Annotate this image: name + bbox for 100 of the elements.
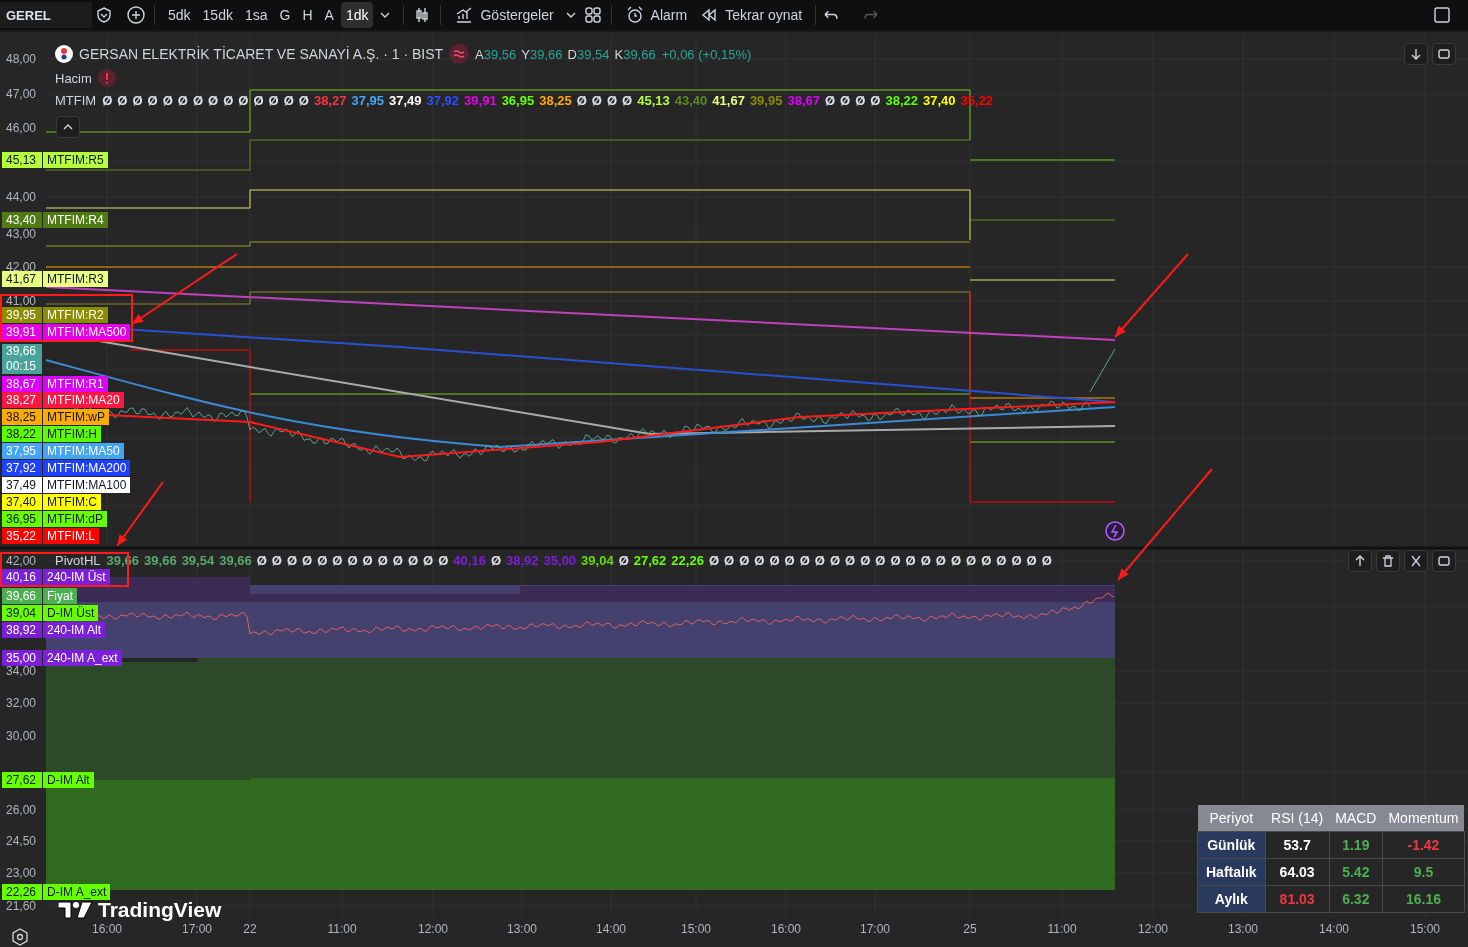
indicator-value: 39,66: [144, 553, 177, 568]
price-label: 39,66: [2, 588, 42, 604]
axis-tick: 30,00: [6, 729, 37, 743]
brand-name: TradingView: [98, 898, 222, 922]
symbol-title: GERSAN ELEKTRİK TİCARET VE SANAYİ A.Ş. · 1 · BIST: [79, 46, 444, 62]
indicator-value: 38,25: [539, 93, 572, 108]
time-label: 17:00: [860, 922, 890, 936]
axis-tick: 48,00: [6, 52, 37, 66]
indicator-value: 41,67: [712, 93, 745, 108]
line-label: 240-IM Üst: [43, 569, 110, 585]
price-label: 37,95: [2, 443, 42, 459]
price-label: 39,95: [2, 307, 42, 323]
line-label: MTFIM:dP: [43, 511, 107, 527]
indicator-value: Ø: [162, 93, 173, 108]
indicator-value: Ø: [490, 553, 501, 568]
indicator-value: Ø: [769, 553, 780, 568]
indicator-value: Ø: [347, 553, 358, 568]
interval-tab[interactable]: 5dk: [163, 2, 196, 28]
price-label: 39,04: [2, 605, 42, 621]
line-label: MTFIM:L: [43, 528, 99, 544]
price-label: 38,25: [2, 409, 42, 425]
indicator-value: 38,67: [787, 93, 820, 108]
interval-tab[interactable]: 1dk: [340, 2, 374, 28]
axis-tick: 34,00: [6, 664, 37, 678]
interval-tab[interactable]: 15dk: [197, 2, 238, 28]
indicator-value: 39,04: [581, 553, 614, 568]
axis-tick: 47,00: [6, 87, 37, 101]
row-header: Günlük: [1197, 831, 1266, 859]
line-label: MTFIM:R2: [43, 307, 108, 323]
axis-tick: 26,00: [6, 803, 37, 817]
indicator-value: 45,13: [637, 93, 670, 108]
price-label: 38,67: [2, 376, 42, 392]
indicator-value: Ø: [591, 93, 602, 108]
ohlc-value: D39,54: [567, 46, 610, 62]
table-cell: 9.5: [1382, 858, 1465, 886]
indicator-value: Ø: [238, 93, 249, 108]
indicator-value: Ø: [253, 93, 264, 108]
table-cell: 64.03: [1265, 858, 1330, 886]
axis-tick: 41,00: [6, 294, 37, 308]
line-label: MTFIM:R5: [43, 152, 108, 168]
axis-tick: 23,00: [6, 866, 37, 880]
alert-button[interactable]: Alarm: [619, 2, 693, 28]
indicator-value: 37,40: [923, 93, 956, 108]
axis-tick: 24,50: [6, 834, 37, 848]
line-label: MTFIM:MA50: [43, 443, 124, 459]
interval-tab[interactable]: H: [297, 2, 318, 28]
indicator-value: Ø: [192, 93, 204, 108]
indicator-value: Ø: [102, 93, 113, 108]
indicator-value: Ø: [860, 553, 871, 568]
symbol-field[interactable]: GEREL: [0, 2, 92, 28]
indicator-name: Hacim: [55, 70, 92, 86]
interval-tab[interactable]: A: [319, 2, 339, 28]
indicator-value: Ø: [1041, 553, 1052, 568]
interval-tab[interactable]: G: [274, 2, 296, 28]
line-label: MTFIM:R4: [43, 212, 108, 228]
line-label: MTFIM:R3: [43, 271, 108, 287]
time-label: 15:00: [1410, 922, 1440, 936]
indicator-value: 39,66: [219, 553, 252, 568]
indicator-value: Ø: [708, 553, 719, 568]
time-label: 25: [963, 922, 977, 936]
indicator-value: Ø: [1011, 553, 1022, 568]
line-label: MTFIM:MA200: [43, 460, 131, 476]
line-label: D-IM Üst: [43, 605, 99, 621]
axis-tick: 46,00: [6, 121, 37, 135]
interval-tab[interactable]: 1sa: [239, 2, 273, 28]
time-label: 15:00: [681, 922, 711, 936]
replay-button[interactable]: Tekrar oynat: [694, 2, 808, 28]
row-header: Haftalık: [1197, 858, 1266, 886]
indicator-value: Ø: [283, 93, 294, 108]
price-label: 27,62: [2, 772, 42, 788]
indicator-value: Ø: [840, 93, 851, 108]
indicator-value: Ø: [117, 93, 128, 108]
indicator-value: Ø: [799, 553, 810, 568]
price-label: 38,27: [2, 392, 42, 408]
indicator-value: Ø: [607, 93, 618, 108]
line-label: MTFIM:MA20: [43, 392, 124, 408]
indicator-value: Ø: [438, 553, 449, 568]
indicator-value: Ø: [814, 553, 825, 568]
time-label: 16:00: [92, 922, 122, 936]
line-label: MTFIM:H: [43, 426, 101, 442]
indicator-value: Ø: [286, 553, 298, 568]
axis-tick: 32,00: [6, 696, 37, 710]
price-label: 38,22: [2, 426, 42, 442]
price-label: 43,40: [2, 212, 42, 228]
indicator-value: Ø: [423, 553, 434, 568]
time-label: 13:00: [507, 922, 537, 936]
price-label: 45,13: [2, 152, 42, 168]
price-label: 39,91: [2, 324, 42, 340]
column-header: Momentum: [1382, 805, 1465, 832]
table-cell: 53.7: [1265, 831, 1330, 859]
indicator-value: Ø: [875, 553, 886, 568]
time-label: 22: [243, 922, 257, 936]
ohlc-value: A39,56: [475, 46, 517, 62]
indicator-value: Ø: [935, 553, 946, 568]
indicators-button[interactable]: Göstergeler: [449, 2, 559, 28]
indicator-value: Ø: [132, 93, 143, 108]
indicator-value: Ø: [724, 553, 735, 568]
line-label: 240-IM Alt: [43, 622, 106, 638]
ohlc-value: K39,66: [614, 46, 656, 62]
indicator-value: Ø: [754, 553, 765, 568]
